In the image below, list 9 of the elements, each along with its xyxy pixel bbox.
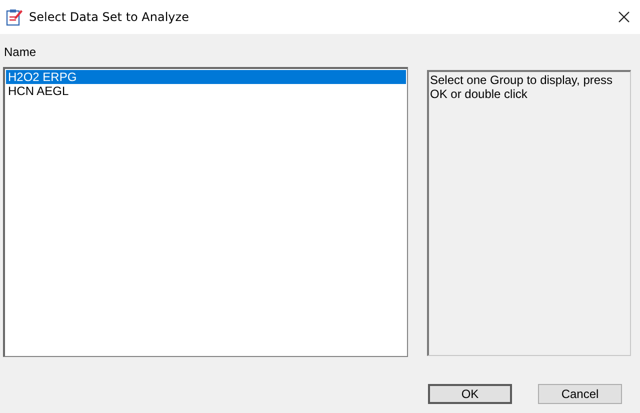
window-title: Select Data Set to Analyze: [29, 10, 190, 24]
close-icon[interactable]: [618, 11, 630, 23]
list-item[interactable]: H2O2 ERPG: [6, 70, 406, 84]
help-text: Select one Group to display, press OK or double click: [430, 73, 614, 101]
list-item[interactable]: HCN AEGL: [6, 84, 406, 98]
cancel-button[interactable]: Cancel: [538, 384, 622, 404]
column-header: Name: [4, 45, 38, 59]
ok-button[interactable]: OK: [428, 384, 512, 404]
notepad-pencil-icon: [5, 8, 23, 26]
